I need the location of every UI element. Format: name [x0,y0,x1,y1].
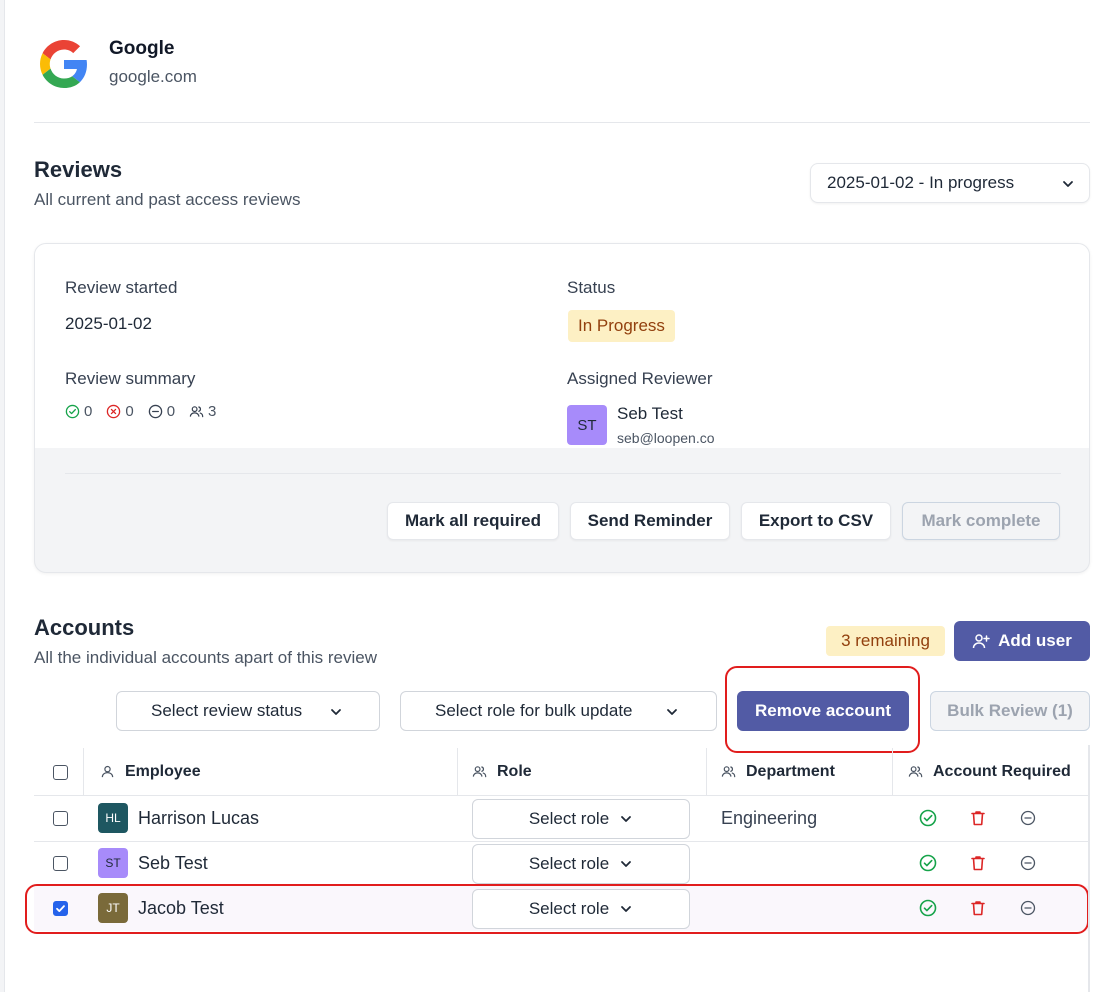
check-circle-icon [65,404,80,419]
minus-circle-icon[interactable] [1018,853,1038,873]
users-icon [721,766,736,778]
chevron-down-icon [621,816,632,822]
users-icon [908,766,923,778]
accounts-subtitle: All the individual accounts apart of thi… [34,648,378,667]
reviewer-email: seb@loopen.co [617,430,715,446]
review-started-value: 2025-01-02 [65,314,152,333]
review-select-value: 2025-01-02 - In progress [827,173,1015,192]
header-role: Role [472,748,532,795]
export-csv-button[interactable]: Export to CSV [741,502,891,540]
role-select-label: Select role [528,809,610,828]
table-row: HL Harrison Lucas Select role Engineerin… [34,796,1090,841]
role-select-label: Select role [528,854,610,873]
minus-circle-icon[interactable] [1018,808,1038,828]
highlight-annotation-selected-row [25,884,1089,934]
summary-approved: 0 [65,403,92,420]
users-icon [189,406,204,418]
header-account-required: Account Required [908,748,1071,795]
app-header: Google google.com [34,34,1090,123]
reviews-subtitle: All current and past access reviews [34,190,301,209]
summary-users-count: 3 [208,403,217,420]
minus-circle-icon [148,404,162,419]
reviews-title: Reviews [34,157,123,182]
user-icon [101,765,114,778]
card-divider [65,473,1061,474]
accounts-title: Accounts [34,615,135,640]
bulk-role-select-label: Select role for bulk update [435,701,633,720]
remaining-badge: 3 remaining [826,626,945,656]
department: Engineering [721,808,818,828]
app-domain: google.com [109,67,197,86]
summary-approved-count: 0 [84,403,93,420]
column-divider [706,748,707,795]
review-status-filter[interactable]: Select review status [116,691,380,731]
review-details-card: Review started 2025-01-02 Status In Prog… [34,243,1090,573]
summary-rejected-count: 0 [125,403,134,420]
employee-name: Harrison Lucas [138,808,260,828]
review-summary-label: Review summary [65,369,196,388]
highlight-annotation-remove-button [725,666,920,753]
status-label: Status [567,278,616,297]
select-all-checkbox[interactable] [53,765,68,780]
trash-icon[interactable] [968,853,988,873]
header-employee: Employee [100,748,201,795]
row-checkbox[interactable] [53,811,68,826]
header-department-label: Department [746,762,835,780]
summary-users: 3 [189,403,216,420]
google-logo-icon [40,40,87,88]
approve-check-icon[interactable] [918,853,938,873]
review-select-dropdown[interactable]: 2025-01-02 - In progress [810,163,1090,203]
approve-check-icon[interactable] [918,808,938,828]
review-started-label: Review started [65,278,178,297]
avatar: ST [98,848,128,878]
review-status-filter-label: Select review status [151,701,303,720]
row-checkbox[interactable] [53,856,68,871]
chevron-down-icon [621,861,632,867]
header-account-required-label: Account Required [933,762,1071,780]
chevron-down-icon [667,709,677,715]
review-summary: 0 0 0 3 [65,403,230,420]
status-badge: In Progress [568,310,675,342]
users-icon [472,766,487,778]
header-department: Department [721,748,835,795]
reviewer-avatar: ST [567,405,607,445]
bulk-review-button[interactable]: Bulk Review (1) [930,691,1090,731]
x-circle-icon [107,404,121,419]
role-select[interactable]: Select role [472,799,690,839]
chevron-down-icon [331,709,341,715]
header-role-label: Role [497,762,532,780]
bulk-role-select[interactable]: Select role for bulk update [400,691,717,731]
trash-icon[interactable] [968,808,988,828]
summary-neutral-count: 0 [166,403,176,420]
assigned-reviewer-label: Assigned Reviewer [567,369,713,388]
header-employee-label: Employee [125,762,201,780]
chevron-down-icon [1063,181,1073,187]
role-select[interactable]: Select role [472,844,690,884]
mark-all-required-button[interactable]: Mark all required [387,502,559,540]
user-plus-icon [972,634,990,649]
table-row: ST Seb Test Select role [34,841,1090,886]
app-name: Google [109,38,175,59]
column-divider [83,748,84,795]
column-divider [892,748,893,795]
mark-complete-button[interactable]: Mark complete [902,502,1060,540]
reviewer-name: Seb Test [617,404,683,423]
add-user-label: Add user [998,631,1072,650]
right-edge-strip [1088,745,1090,992]
add-user-button[interactable]: Add user [954,621,1090,661]
left-edge-strip [0,0,5,992]
summary-neutral: 0 [148,403,175,420]
summary-rejected: 0 [106,403,134,420]
column-divider [457,748,458,795]
send-reminder-button[interactable]: Send Reminder [570,502,730,540]
employee-name: Seb Test [138,853,208,873]
avatar: HL [98,803,128,833]
